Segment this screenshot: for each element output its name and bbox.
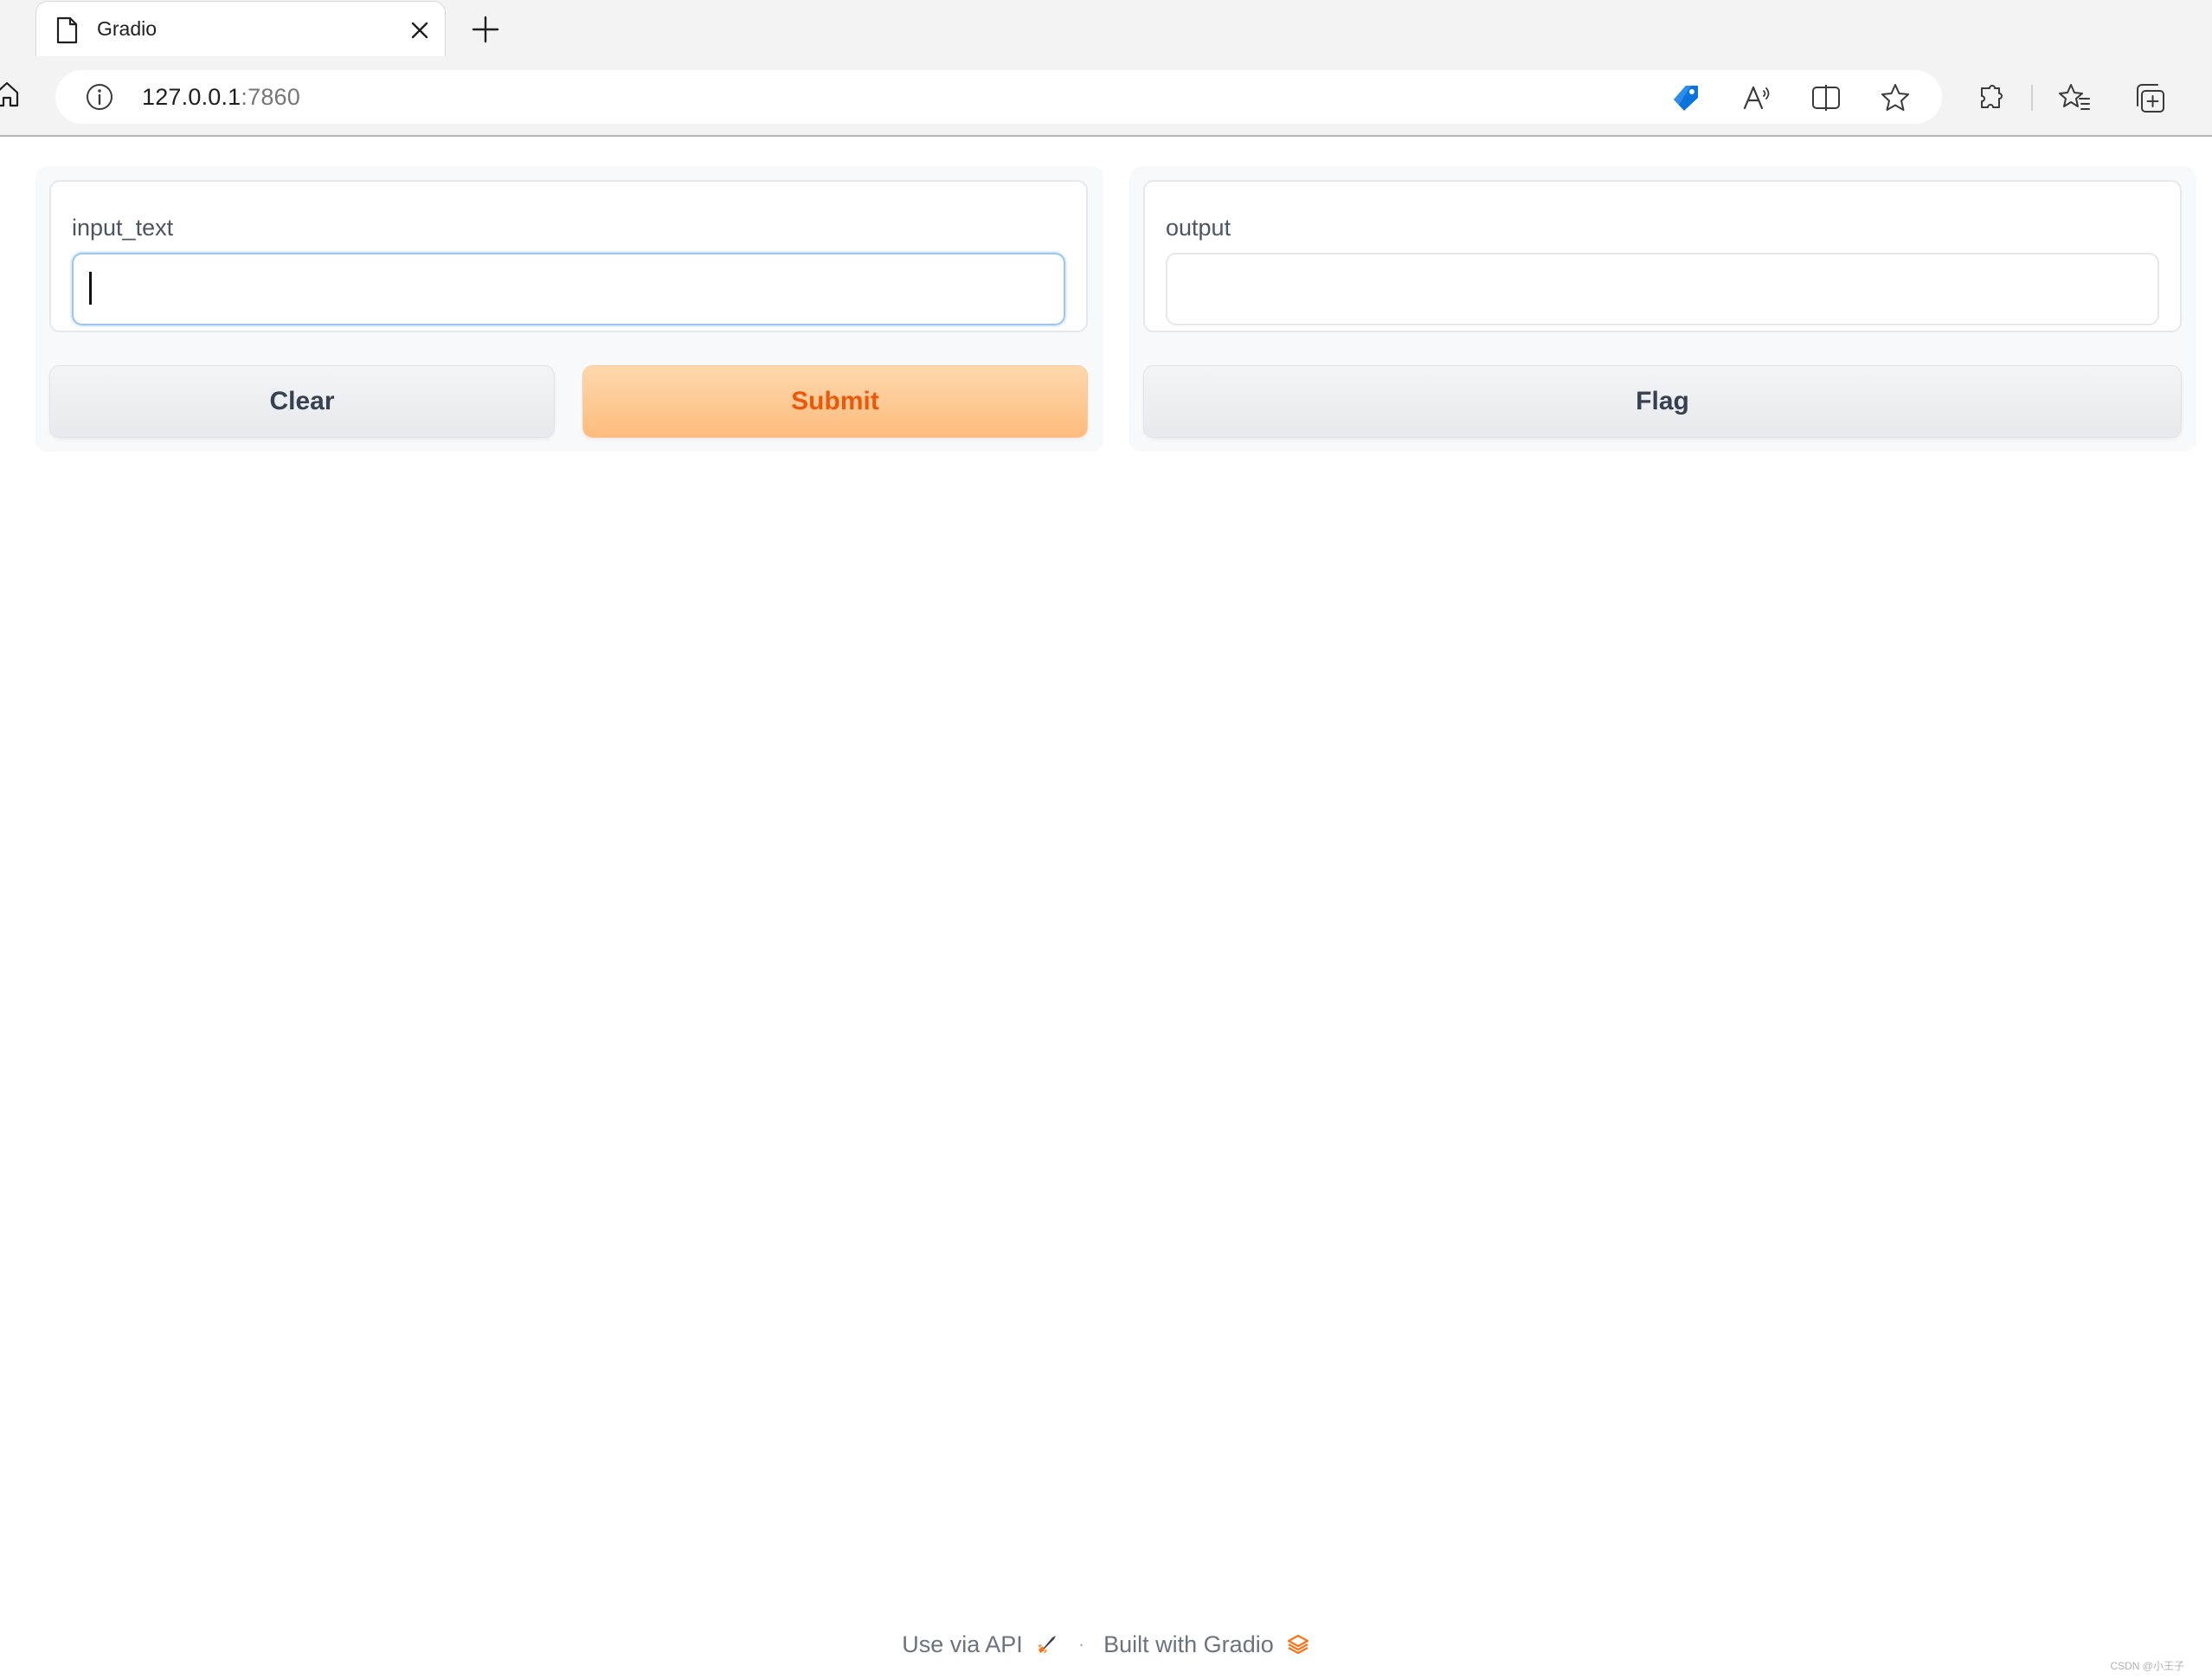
- use-via-api-link[interactable]: Use via API: [902, 1631, 1059, 1658]
- site-info-icon[interactable]: [85, 82, 114, 112]
- footer-separator: ·: [1077, 1633, 1085, 1655]
- url-port: :7860: [241, 84, 300, 110]
- new-tab-plus-icon[interactable]: [471, 15, 500, 44]
- browser-tab[interactable]: Gradio: [35, 1, 446, 56]
- input-text-field[interactable]: [72, 253, 1065, 325]
- split-screen-icon[interactable]: [1810, 82, 1842, 113]
- built-with-gradio-label: Built with Gradio: [1103, 1631, 1274, 1657]
- flag-button[interactable]: Flag: [1143, 365, 2182, 438]
- close-icon[interactable]: [408, 19, 431, 42]
- collections-icon[interactable]: [2134, 81, 2167, 114]
- input-panel: input_text Clear Submit: [35, 166, 1103, 452]
- output-textbox-block: output: [1143, 180, 2182, 332]
- browser-toolbar: 127.0.0.1:7860: [0, 57, 2212, 137]
- shopping-tag-icon[interactable]: [1670, 82, 1701, 113]
- extensions-icon[interactable]: [1975, 81, 2008, 114]
- home-icon[interactable]: [0, 80, 21, 109]
- gradio-logo-icon: [1287, 1634, 1309, 1655]
- tab-title: Gradio: [97, 17, 158, 40]
- footer: Use via API · Built with Gradio: [0, 1627, 2212, 1662]
- address-bar[interactable]: 127.0.0.1:7860: [55, 70, 1942, 124]
- page-icon: [56, 16, 78, 44]
- clear-button[interactable]: Clear: [49, 365, 555, 438]
- text-cursor: [89, 272, 92, 305]
- watermark: CSDN @小王子: [2110, 1660, 2184, 1672]
- input-label: input_text: [72, 215, 174, 241]
- input-textbox-block: input_text: [49, 180, 1088, 332]
- output-panel: output Flag: [1129, 166, 2196, 452]
- toolbar-divider: [2031, 85, 2033, 111]
- output-text-field[interactable]: [1166, 253, 2159, 325]
- url-host: 127.0.0.1: [142, 84, 241, 110]
- built-with-gradio-link[interactable]: Built with Gradio: [1103, 1631, 1310, 1658]
- url-text[interactable]: 127.0.0.1:7860: [142, 84, 300, 111]
- favorite-star-icon[interactable]: [1880, 82, 1911, 113]
- use-via-api-label: Use via API: [902, 1631, 1023, 1657]
- favorites-icon[interactable]: [2058, 81, 2091, 114]
- output-label: output: [1166, 215, 1231, 241]
- submit-button[interactable]: Submit: [582, 365, 1088, 438]
- browser-tabstrip: Gradio: [0, 0, 2212, 57]
- rocket-icon: [1037, 1636, 1056, 1654]
- read-aloud-icon[interactable]: [1741, 82, 1772, 113]
